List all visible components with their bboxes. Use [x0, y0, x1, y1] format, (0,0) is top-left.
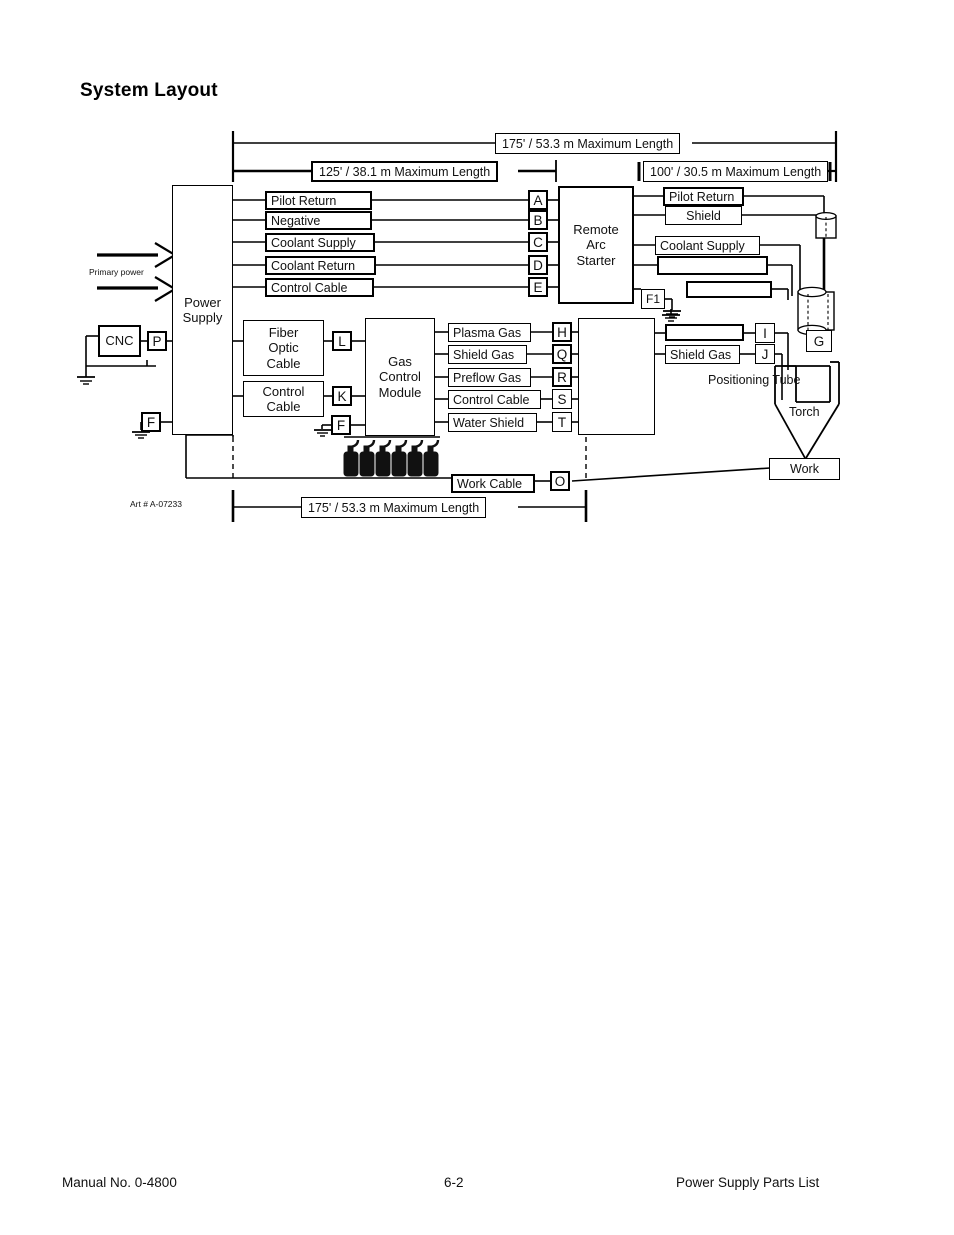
connector-j[interactable]: J [755, 344, 775, 364]
label-preflow-gas: Preflow Gas [448, 368, 531, 387]
block-remote-arc-starter-label: Remote Arc Starter [573, 222, 619, 268]
system-layout-diagram: 175' / 53.3 m Maximum Length 125' / 38.1… [0, 0, 954, 560]
block-power-supply[interactable]: Power Supply [172, 185, 233, 435]
connector-t[interactable]: T [552, 412, 572, 432]
footer-manual-number: Manual No. 0-4800 [62, 1175, 177, 1190]
label-shield-gas: Shield Gas [448, 345, 527, 364]
page-root: System Layout 175' / 53.3 m Maximum Leng… [0, 0, 954, 1235]
connector-r[interactable]: R [552, 367, 572, 387]
footer-page-number: 6-2 [444, 1175, 464, 1190]
connector-p[interactable]: P [147, 331, 167, 351]
connector-d[interactable]: D [528, 255, 548, 275]
connector-s[interactable]: S [552, 389, 572, 409]
label-work-cable: Work Cable [451, 474, 535, 493]
connector-i[interactable]: I [755, 323, 775, 343]
label-water-shield: Water Shield [448, 413, 537, 432]
label-control-cable: Control Cable [265, 278, 374, 297]
block-fiber-optic-cable-label: Fiber Optic Cable [266, 325, 301, 371]
block-control-cable-label: Control Cable [262, 383, 305, 414]
label-ras-shield: Shield [665, 206, 742, 225]
block-work[interactable]: Work [769, 458, 840, 480]
label-ras-unlabeled-2 [686, 281, 772, 298]
connector-f1[interactable]: F1 [641, 289, 665, 309]
footer-section-title: Power Supply Parts List [676, 1175, 820, 1190]
connector-g[interactable]: G [806, 330, 832, 352]
dimension-right: 100' / 30.5 m Maximum Length [643, 161, 829, 182]
block-cnc[interactable]: CNC [98, 325, 141, 357]
connector-f-left[interactable]: F [141, 412, 161, 432]
block-gas-control-module-label: Gas Control Module [378, 354, 422, 400]
connector-k[interactable]: K [332, 386, 352, 406]
block-fiber-optic-cable[interactable]: Fiber Optic Cable [243, 320, 324, 376]
connector-b[interactable]: B [528, 210, 548, 230]
label-lower-shield-gas: Shield Gas [665, 345, 740, 364]
label-plasma-gas: Plasma Gas [448, 323, 531, 342]
dimension-bottom: 175' / 53.3 m Maximum Length [301, 497, 487, 518]
primary-power-label: Primary power [89, 267, 144, 277]
block-gas-control-module[interactable]: Gas Control Module [365, 318, 435, 436]
connector-e[interactable]: E [528, 277, 548, 297]
label-gcm-control-cable: Control Cable [448, 390, 541, 409]
block-remote-arc-starter[interactable]: Remote Arc Starter [558, 186, 634, 304]
label-ras-pilot-return: Pilot Return [663, 187, 744, 206]
page-footer: Manual No. 0-4800 6-2 Power Supply Parts… [0, 1175, 954, 1197]
label-negative: Negative [265, 211, 372, 230]
block-power-supply-label: Power Supply [182, 294, 223, 325]
block-arc-starter-lower[interactable] [578, 318, 655, 435]
art-number: Art # A-07233 [130, 499, 182, 509]
block-control-cable[interactable]: Control Cable [243, 381, 324, 417]
connector-o[interactable]: O [550, 471, 570, 491]
connector-f-gas[interactable]: F [331, 415, 351, 435]
gas-cylinders [343, 439, 440, 477]
label-pilot-return: Pilot Return [265, 191, 372, 210]
dimension-top: 175' / 53.3 m Maximum Length [495, 133, 681, 154]
connector-l[interactable]: L [332, 331, 352, 351]
positioning-tube-label: Positioning Tube [708, 373, 801, 387]
torch-label: Torch [789, 405, 820, 419]
label-ras-coolant-supply: Coolant Supply [655, 236, 760, 255]
connector-h[interactable]: H [552, 322, 572, 342]
label-coolant-return: Coolant Return [265, 256, 376, 275]
label-coolant-supply: Coolant Supply [265, 233, 375, 252]
connector-a[interactable]: A [528, 190, 548, 210]
connector-q[interactable]: Q [552, 344, 572, 364]
label-lower-unlabeled [665, 324, 744, 341]
connector-c[interactable]: C [528, 232, 548, 252]
label-ras-unlabeled-1 [657, 256, 768, 275]
dimension-left: 125' / 38.1 m Maximum Length [311, 161, 499, 182]
